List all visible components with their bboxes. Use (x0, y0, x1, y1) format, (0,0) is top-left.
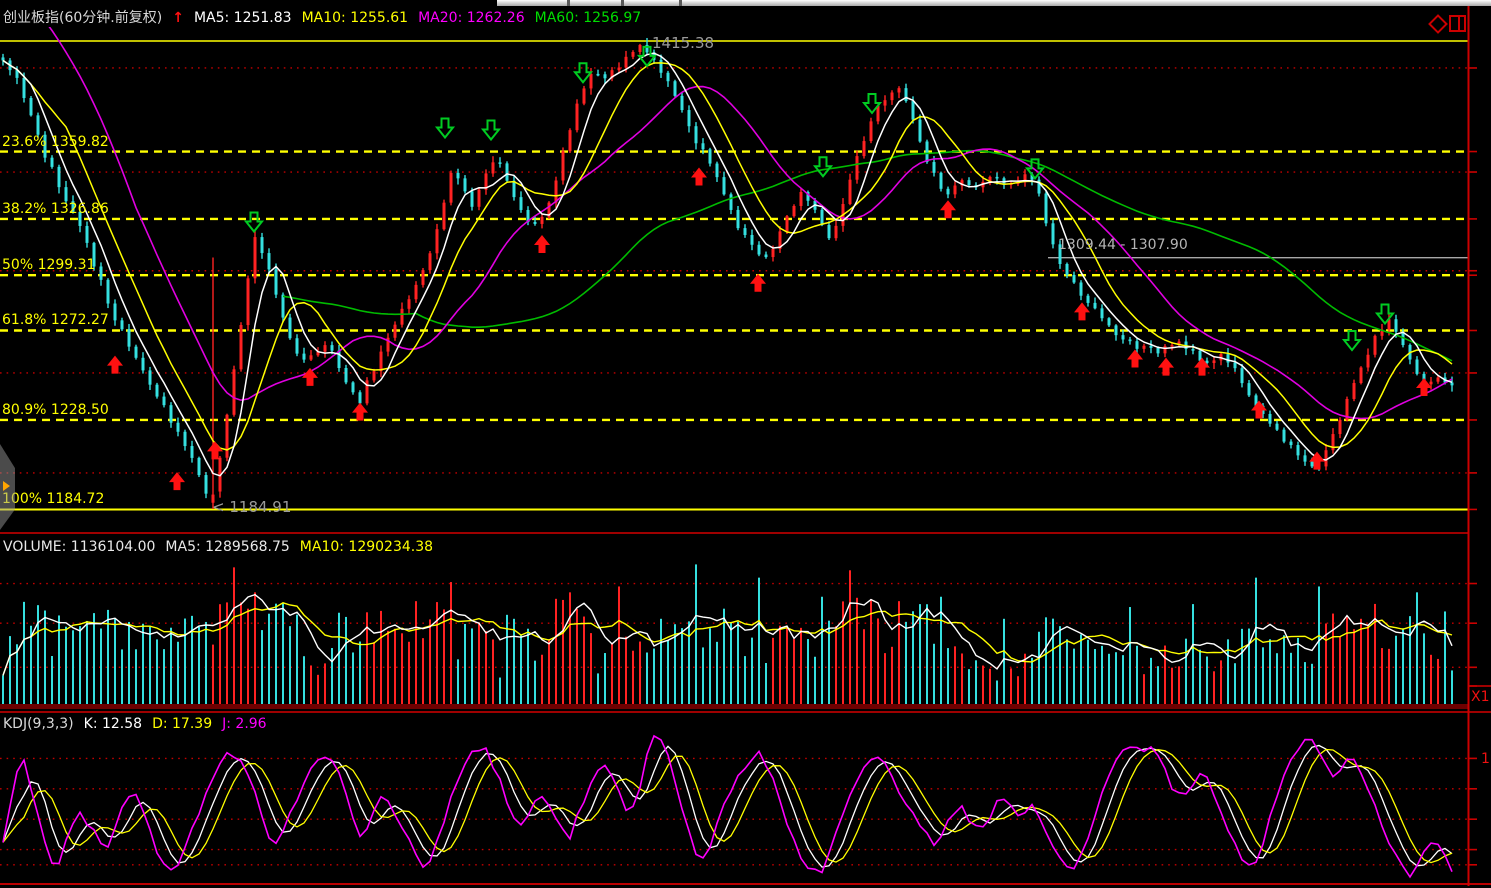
toolbar-edge-strip (497, 0, 1491, 6)
buy-signal-arrow-icon (107, 356, 123, 374)
peak-price-annotation: 1415.38 (652, 34, 714, 52)
fib-label-61.8%: 61.8% 1272.27 (2, 312, 109, 328)
kdj-scale-digit: 1 (1481, 751, 1490, 767)
low-marker: < (212, 498, 225, 516)
vol-ma10: MA10: 1290234.38 (300, 539, 433, 555)
pane-divider (1458, 17, 1460, 30)
x1-scale-label: X1 (1471, 689, 1490, 705)
expand-arrow-icon (3, 481, 10, 491)
strip-divider (567, 0, 570, 6)
k-value: K: 12.58 (84, 716, 142, 732)
ma10: MA10: 1255.61 (302, 10, 409, 26)
ma60: MA60: 1256.97 (535, 10, 642, 26)
range-annotation: 1309.44 - 1307.90 (1058, 237, 1188, 253)
volume-value: VOLUME: 1136104.00 (3, 539, 155, 555)
trend-up-arrow-icon: ↑ (172, 10, 184, 26)
fib-label-100%: 100% 1184.72 (2, 491, 104, 507)
sell-signal-arrow-icon (1344, 331, 1360, 350)
buy-signal-arrow-icon (1416, 378, 1432, 396)
buy-signal-arrow-icon (1127, 349, 1143, 367)
d-value: D: 17.39 (152, 716, 212, 732)
buy-signal-arrow-icon (302, 368, 318, 386)
j-value: J: 2.96 (222, 716, 266, 732)
ma5: MA5: 1251.83 (194, 10, 292, 26)
buy-signal-arrow-icon (1158, 358, 1174, 376)
buy-signal-arrow-icon (940, 200, 956, 218)
kdj-header: KDJ(9,3,3) K: 12.58 D: 17.39 J: 2.96 (3, 716, 277, 732)
low-price-annotation: < 1184.91 (212, 498, 291, 516)
buy-signal-arrow-icon (750, 274, 766, 292)
buy-signal-arrow-icon (169, 472, 185, 490)
fib-label-50%: 50% 1299.31 (2, 257, 95, 273)
sell-signal-arrow-icon (575, 63, 591, 82)
kdj-header-title: KDJ(9,3,3) (3, 716, 74, 732)
sell-signal-arrow-icon (246, 212, 262, 231)
sell-signal-arrow-icon (1377, 304, 1393, 323)
trading-app-window: 创业板指(60分钟.前复权) ↑ MA5: 1251.83 MA10: 1255.61… (0, 0, 1491, 888)
strip-divider (621, 0, 624, 6)
sell-signal-arrow-icon (815, 157, 831, 176)
buy-signal-arrow-icon (691, 168, 707, 186)
fib-label-38.2%: 38.2% 1326.86 (2, 201, 109, 217)
strip-divider (679, 0, 682, 6)
fib-label-80.9%: 80.9% 1228.50 (2, 402, 109, 418)
buy-signal-arrow-icon (534, 235, 550, 253)
sell-signal-arrow-icon (483, 121, 499, 140)
window-pane-icon[interactable] (1449, 15, 1466, 32)
chart-graphics (0, 0, 1491, 888)
sell-signal-arrow-icon (437, 118, 453, 137)
main-header-title: 创业板指(60分钟.前复权) (3, 10, 162, 26)
buy-signal-arrow-icon (352, 403, 368, 421)
vol-ma5: MA5: 1289568.75 (165, 539, 289, 555)
volume-header: VOLUME: 1136104.00 MA5: 1289568.75 MA10: 1… (3, 539, 443, 555)
buy-signal-arrow-icon (1251, 401, 1267, 419)
ma20: MA20: 1262.26 (418, 10, 525, 26)
low-value: 1184.91 (229, 498, 291, 516)
fib-label-23.6%: 23.6% 1359.82 (2, 134, 109, 150)
main-chart-header: 创业板指(60分钟.前复权) ↑ MA5: 1251.83 MA10: 1255.61… (3, 7, 651, 27)
